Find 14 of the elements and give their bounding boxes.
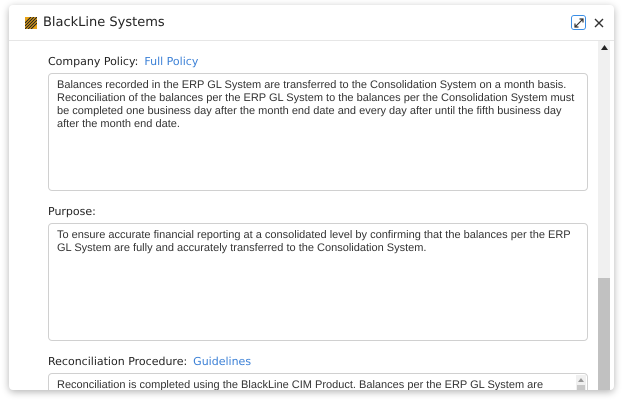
logo-icon xyxy=(25,16,37,28)
up-arrow-icon[interactable] xyxy=(600,45,608,50)
section-label: Reconciliation Procedure: xyxy=(48,355,188,368)
text-area[interactable]: Balances recorded in the ERP GL System are transferred to the Consolidation System on a month basis. Reconciliation of the balances per the ERP GL System to the balances per the Consolidation System must be completed one business day after the month end date and every day after until the fifth business day after the month end date. xyxy=(48,73,588,191)
section-label: Purpose: xyxy=(48,205,96,218)
text-area[interactable]: Reconciliation is completed using the BlackLine CIM Product. Balances per the ERP GL System are xyxy=(48,373,588,390)
window-title: BlackLine Systems xyxy=(43,15,165,30)
section-link[interactable]: Full Policy xyxy=(144,55,198,68)
close-icon[interactable] xyxy=(594,18,604,28)
section-link[interactable]: Guidelines xyxy=(193,355,252,368)
section-label: Company Policy: xyxy=(48,55,138,68)
scrollbar[interactable] xyxy=(598,41,610,390)
text-area[interactable]: To ensure accurate financial reporting at a consolidated level by confirming that the balances per the ERP GL System are fully and accurately transferred to the Consolidation System. xyxy=(48,223,588,341)
expand-button[interactable] xyxy=(571,15,586,30)
